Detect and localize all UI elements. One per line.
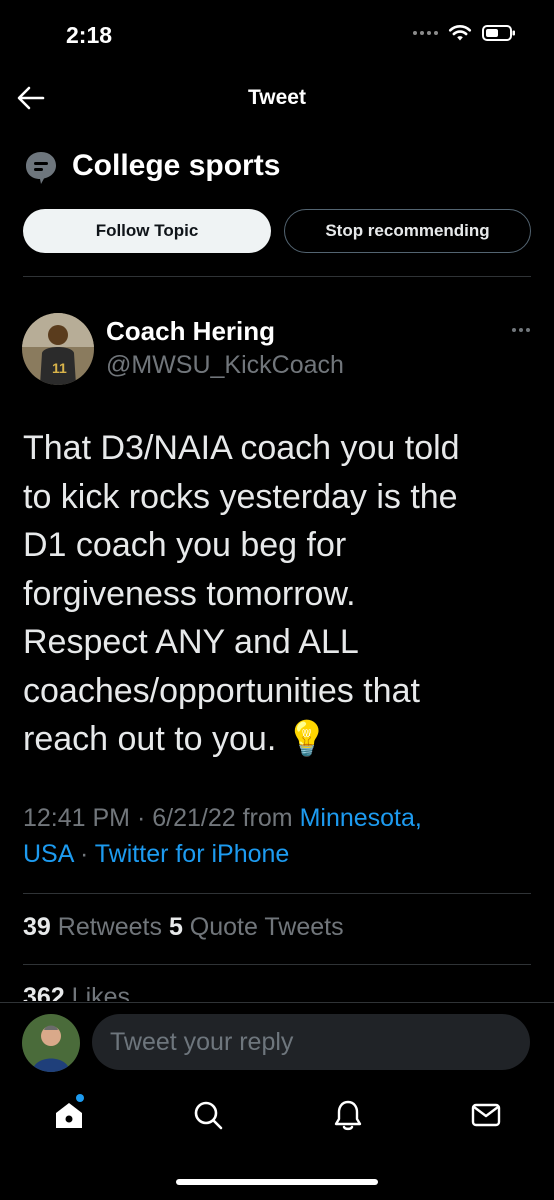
status-time: 2:18 xyxy=(66,22,113,48)
divider xyxy=(23,893,531,894)
topic-title: College sports xyxy=(72,149,281,182)
retweets-label[interactable]: Retweets xyxy=(58,913,162,941)
user-avatar[interactable] xyxy=(22,1014,80,1072)
follow-topic-button[interactable]: Follow Topic xyxy=(23,209,271,253)
divider xyxy=(23,964,531,965)
tweet-stats: 39 Retweets 5 Quote Tweets xyxy=(23,913,344,942)
tweet-time: 12:41 PM xyxy=(23,804,131,832)
home-icon[interactable] xyxy=(52,1098,86,1132)
from-label: from xyxy=(242,804,293,832)
author-avatar[interactable]: 11 xyxy=(22,313,94,385)
page-title: Tweet xyxy=(248,86,306,109)
more-options-icon[interactable] xyxy=(512,328,530,332)
reply-input[interactable]: Tweet your reply xyxy=(92,1014,530,1070)
tweet-text: That D3/NAIA coach you told to kick rock… xyxy=(23,429,460,758)
search-icon[interactable] xyxy=(191,1098,225,1132)
svg-text:11: 11 xyxy=(52,360,67,376)
topic-icon xyxy=(26,152,56,184)
source-link[interactable]: Twitter for iPhone xyxy=(95,840,290,868)
likes-label[interactable]: Likes xyxy=(72,983,130,1001)
notifications-bell-icon[interactable] xyxy=(331,1098,365,1132)
retweets-count[interactable]: 39 xyxy=(23,913,51,941)
notification-dot xyxy=(76,1094,84,1102)
status-icons xyxy=(413,24,516,42)
messages-envelope-icon[interactable] xyxy=(469,1098,503,1132)
stop-recommending-button[interactable]: Stop recommending xyxy=(284,209,531,253)
home-indicator[interactable] xyxy=(176,1179,378,1185)
likes-count[interactable]: 362 xyxy=(23,983,65,1001)
tweet-date: 6/21/22 xyxy=(152,804,236,832)
divider xyxy=(23,276,531,277)
cellular-signal-icon xyxy=(413,31,438,35)
author-handle[interactable]: @MWSU_KickCoach xyxy=(106,351,344,380)
likes-stat[interactable]: 362 Likes xyxy=(23,983,130,1001)
quotes-label[interactable]: Quote Tweets xyxy=(190,913,344,941)
wifi-icon xyxy=(448,25,472,41)
author-name[interactable]: Coach Hering xyxy=(106,316,275,347)
quotes-count[interactable]: 5 xyxy=(169,913,183,941)
battery-icon xyxy=(482,25,515,41)
tweet-meta: 12:41 PM · 6/21/22 from Minnesota, USA ·… xyxy=(23,804,422,868)
